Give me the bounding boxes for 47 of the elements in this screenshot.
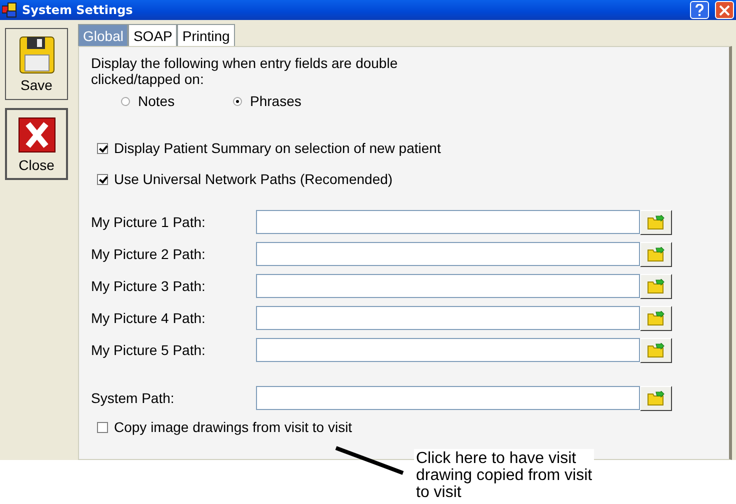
path-field[interactable] xyxy=(256,242,640,266)
path-label: My Picture 1 Path: xyxy=(91,214,206,230)
folder-icon xyxy=(647,310,665,326)
path-label: System Path: xyxy=(91,390,176,406)
checkbox-label: Display Patient Summary on selection of new patient xyxy=(114,140,441,156)
close-button[interactable] xyxy=(715,1,734,19)
close-icon xyxy=(719,4,730,16)
folder-icon xyxy=(647,390,665,406)
app-icon xyxy=(2,2,18,18)
checkbox[interactable] xyxy=(97,174,108,184)
tab[interactable]: SOAP xyxy=(128,24,178,46)
radio-label: Phrases xyxy=(250,93,302,109)
prompt-text: Display the following when entry fields are double clicked/tapped on: xyxy=(91,55,399,87)
browse-button[interactable] xyxy=(640,386,672,410)
help-button[interactable] xyxy=(690,1,709,19)
tab[interactable]: Printing xyxy=(177,24,235,46)
path-field[interactable] xyxy=(256,338,640,362)
folder-icon xyxy=(647,278,665,294)
path-field[interactable] xyxy=(256,274,640,298)
radio-label: Notes xyxy=(138,93,175,109)
save-button[interactable]: Save xyxy=(5,28,68,100)
radio-button[interactable] xyxy=(121,96,130,106)
path-field[interactable] xyxy=(256,386,640,410)
help-icon xyxy=(695,4,704,16)
browse-button[interactable] xyxy=(640,210,672,234)
window-title: System Settings xyxy=(22,3,134,17)
checkbox[interactable] xyxy=(97,142,108,154)
folder-icon xyxy=(647,342,665,358)
leader-line xyxy=(335,446,404,475)
path-label: My Picture 4 Path: xyxy=(91,310,206,326)
browse-button[interactable] xyxy=(640,242,672,266)
path-label: My Picture 5 Path: xyxy=(91,342,206,358)
path-field[interactable] xyxy=(256,210,640,234)
folder-icon xyxy=(647,246,665,262)
path-field[interactable] xyxy=(256,306,640,330)
path-label: My Picture 2 Path: xyxy=(91,246,206,262)
path-label: My Picture 3 Path: xyxy=(91,278,206,294)
browse-button[interactable] xyxy=(640,306,672,330)
folder-icon xyxy=(647,214,665,230)
browse-button[interactable] xyxy=(640,338,672,362)
checkbox-label: Copy image drawings from visit to visit xyxy=(114,419,352,435)
close-x-icon xyxy=(16,115,56,155)
browse-button[interactable] xyxy=(640,274,672,298)
checkbox[interactable] xyxy=(97,422,108,432)
close-button[interactable]: Close xyxy=(5,108,68,180)
radio-button[interactable] xyxy=(233,96,242,106)
checkbox-label: Use Universal Network Paths (Recomended) xyxy=(114,171,393,187)
